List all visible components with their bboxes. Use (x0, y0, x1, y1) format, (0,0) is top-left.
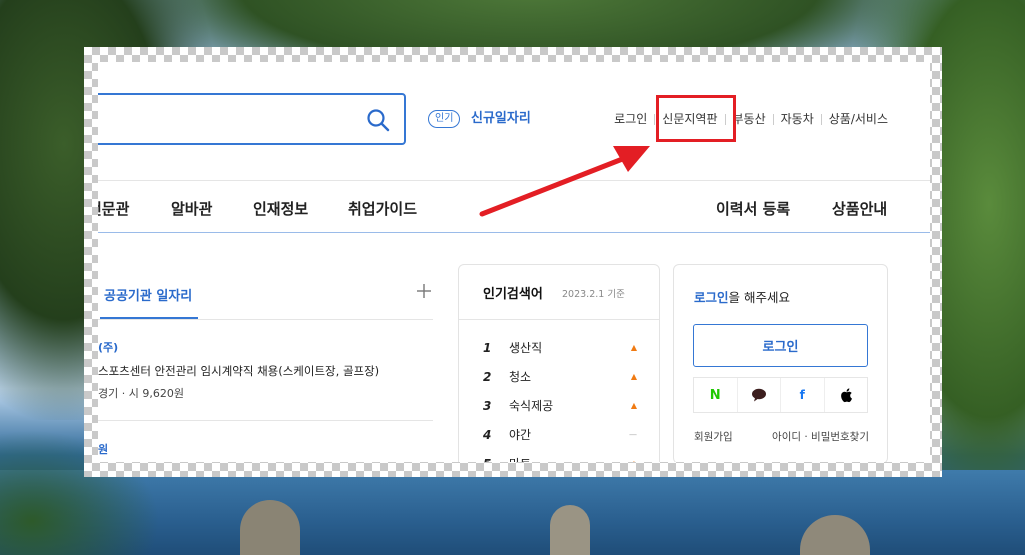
list-item[interactable]: 1 생산직 ▲ (483, 333, 643, 362)
rank-number: 3 (483, 398, 492, 413)
list-item[interactable]: 4 야간 — (483, 420, 643, 449)
login-prompt-link[interactable]: 로그인 (694, 290, 729, 305)
kakao-icon (751, 388, 766, 402)
facebook-icon: f (799, 388, 805, 402)
rank-number: 2 (483, 369, 492, 384)
login-link[interactable]: 로그인 (614, 111, 647, 127)
trend-up-icon: ▲ (631, 459, 637, 462)
trend-up-icon: ▲ (630, 401, 637, 410)
search-term[interactable]: 마트 (509, 455, 531, 462)
popular-searches-date: 2023.2.1 기준 (562, 289, 625, 300)
divider (98, 319, 433, 320)
job-title[interactable]: 스포츠센터 안전관리 임시계약직 채용(스케이트장, 골프장) (98, 363, 379, 379)
divider (98, 180, 930, 181)
nav-specialty[interactable]: 전문관 (98, 198, 129, 219)
trend-up-icon: ▲ (630, 372, 637, 381)
find-account-link[interactable]: 아이디 · 비밀번호찾기 (772, 429, 869, 444)
webpage-capture: 인기 신규일자리 로그인 신문지역판 부동산 자동차 상품/서비스 전문관 알바… (98, 62, 930, 462)
popular-badge: 인기 (428, 110, 461, 128)
naver-icon: N (709, 387, 721, 403)
login-links: 회원가입 아이디 · 비밀번호찾기 (694, 429, 869, 444)
list-item[interactable]: 3 숙식제공 ▲ (483, 391, 643, 420)
login-prompt-text: 을 해주세요 (728, 290, 790, 305)
plus-icon[interactable] (416, 283, 432, 299)
login-prompt: 로그인을 해주세요 (694, 287, 790, 306)
nav-parttime[interactable]: 알바관 (171, 198, 212, 219)
jobs-panel: 공공기관 일자리 (주) 스포츠센터 안전관리 임시계약직 채용(스케이트장, … (98, 265, 433, 462)
highlight-box (656, 95, 736, 142)
divider (459, 319, 659, 320)
login-button[interactable]: 로그인 (693, 324, 868, 367)
social-login: N f (693, 377, 868, 413)
trend-up-icon: ▲ (630, 343, 637, 352)
tab-public-jobs[interactable]: 공공기관 일자리 (104, 285, 192, 304)
search-input[interactable] (98, 93, 406, 145)
search-icon[interactable] (366, 108, 390, 132)
popular-searches-panel: 인기검색어 2023.2.1 기준 1 생산직 ▲ 2 청소 ▲ 3 숙식제공 … (458, 264, 660, 462)
job-company[interactable]: (주) (98, 339, 118, 355)
nav-guide[interactable]: 취업가이드 (348, 198, 417, 219)
main-navigation: 전문관 알바관 인재정보 취업가이드 이력서 등록 상품안내 (98, 198, 930, 226)
rock (550, 505, 590, 555)
search-term[interactable]: 숙식제공 (509, 397, 553, 414)
list-item[interactable]: 5 마트 ▲ (483, 449, 643, 463)
popular-keyword-link[interactable]: 신규일자리 (471, 110, 531, 128)
job-pay: 경기 · 시 9,620원 (98, 387, 184, 400)
divider (98, 232, 930, 233)
rank-number: 1 (483, 340, 492, 355)
popular-searches-title: 인기검색어 (483, 287, 543, 302)
rock (240, 500, 300, 555)
car-link[interactable]: 자동차 (781, 111, 814, 127)
search-term[interactable]: 야간 (509, 426, 531, 443)
list-item[interactable]: 2 청소 ▲ (483, 362, 643, 391)
trend-flat-icon: — (629, 430, 637, 439)
kakao-login-button[interactable] (738, 378, 781, 412)
divider (98, 420, 433, 421)
search-term[interactable]: 청소 (509, 368, 531, 385)
facebook-login-button[interactable]: f (781, 378, 825, 412)
rank-list: 1 생산직 ▲ 2 청소 ▲ 3 숙식제공 ▲ 4 야간 — 5 마트 (483, 333, 643, 463)
products-services-link[interactable]: 상품/서비스 (829, 111, 888, 127)
nav-register-resume[interactable]: 이력서 등록 (716, 198, 790, 219)
real-estate-link[interactable]: 부동산 (733, 111, 766, 127)
naver-login-button[interactable]: N (694, 378, 738, 412)
search-term[interactable]: 생산직 (509, 339, 542, 356)
rank-number: 5 (483, 457, 509, 463)
nav-product-info[interactable]: 상품안내 (832, 198, 887, 219)
apple-login-button[interactable] (825, 378, 868, 412)
apple-icon (840, 388, 852, 403)
signup-link[interactable]: 회원가입 (694, 429, 733, 444)
login-panel: 로그인을 해주세요 로그인 N f 회원가입 아이디 · 비밀번호찾기 (673, 264, 888, 462)
rank-number: 4 (483, 427, 492, 442)
job-company[interactable]: 원 (98, 441, 108, 457)
nav-talent[interactable]: 인재정보 (253, 198, 308, 219)
